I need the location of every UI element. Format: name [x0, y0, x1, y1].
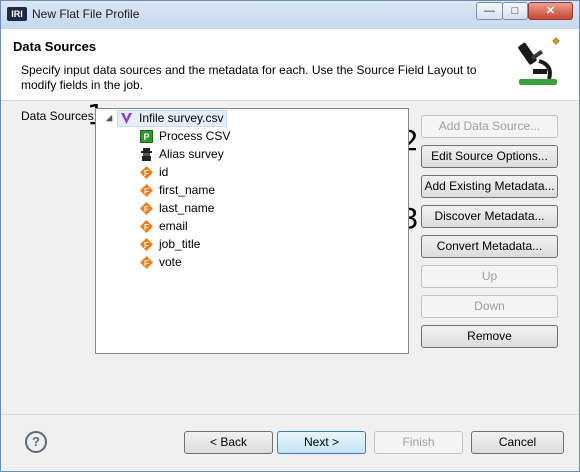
- field-icon: F: [140, 220, 153, 233]
- title-bar[interactable]: IRI New Flat File Profile — □ ✕: [1, 1, 579, 29]
- tree-item-label: Process CSV: [159, 129, 231, 143]
- next-button[interactable]: Next >: [277, 431, 366, 454]
- svg-text:F: F: [144, 187, 149, 196]
- help-icon[interactable]: ?: [25, 431, 47, 453]
- add-existing-metadata-button[interactable]: Add Existing Metadata...: [421, 175, 558, 198]
- back-button[interactable]: < Back: [184, 431, 273, 454]
- svg-text:F: F: [144, 259, 149, 268]
- iri-app-icon: IRI: [7, 7, 27, 21]
- tree-item-label: email: [159, 219, 188, 233]
- field-icon: F: [140, 184, 153, 197]
- window-title: New Flat File Profile: [32, 7, 140, 21]
- discover-metadata-button[interactable]: Discover Metadata...: [421, 205, 558, 228]
- microscope-icon: [518, 37, 560, 85]
- data-sources-label: Data Sources:: [21, 109, 98, 123]
- infile-icon: [121, 113, 132, 124]
- minimize-button[interactable]: —: [476, 2, 503, 20]
- svg-text:F: F: [144, 205, 149, 214]
- tree-expander-icon[interactable]: [105, 114, 113, 122]
- tree-item-label: Alias survey: [159, 147, 224, 161]
- cancel-button[interactable]: Cancel: [471, 431, 564, 454]
- tree-item-label: Infile survey.csv: [139, 111, 224, 125]
- field-icon: F: [140, 202, 153, 215]
- remove-button[interactable]: Remove: [421, 325, 558, 348]
- tree-item-label: job_title: [159, 237, 201, 251]
- edit-source-options-button[interactable]: Edit Source Options...: [421, 145, 558, 168]
- wizard-header: Data Sources Specify input data sources …: [1, 29, 579, 101]
- field-icon: F: [140, 166, 153, 179]
- close-button[interactable]: ✕: [528, 2, 573, 20]
- dialog-window: IRI New Flat File Profile — □ ✕ Data Sou…: [0, 0, 580, 472]
- convert-metadata-button[interactable]: Convert Metadata...: [421, 235, 558, 258]
- footer-separator: [1, 414, 579, 415]
- svg-text:F: F: [144, 169, 149, 178]
- tree-item-label: last_name: [159, 201, 215, 215]
- field-icon: F: [140, 238, 153, 251]
- svg-text:F: F: [144, 241, 149, 250]
- up-button[interactable]: Up: [421, 265, 558, 288]
- process-icon: P: [140, 130, 153, 143]
- maximize-button[interactable]: □: [502, 2, 528, 20]
- tree-item-label: id: [159, 165, 169, 179]
- tree-item-label: first_name: [159, 183, 216, 197]
- svg-text:F: F: [144, 223, 149, 232]
- tree-item-label: vote: [159, 255, 182, 269]
- down-button[interactable]: Down: [421, 295, 558, 318]
- page-title: Data Sources: [13, 39, 97, 54]
- finish-button[interactable]: Finish: [374, 431, 463, 454]
- field-icon: F: [140, 256, 153, 269]
- add-data-source-button[interactable]: Add Data Source...: [421, 115, 558, 138]
- page-description: Specify input data sources and the metad…: [21, 63, 477, 92]
- alias-icon: [141, 148, 152, 161]
- svg-text:P: P: [143, 132, 149, 142]
